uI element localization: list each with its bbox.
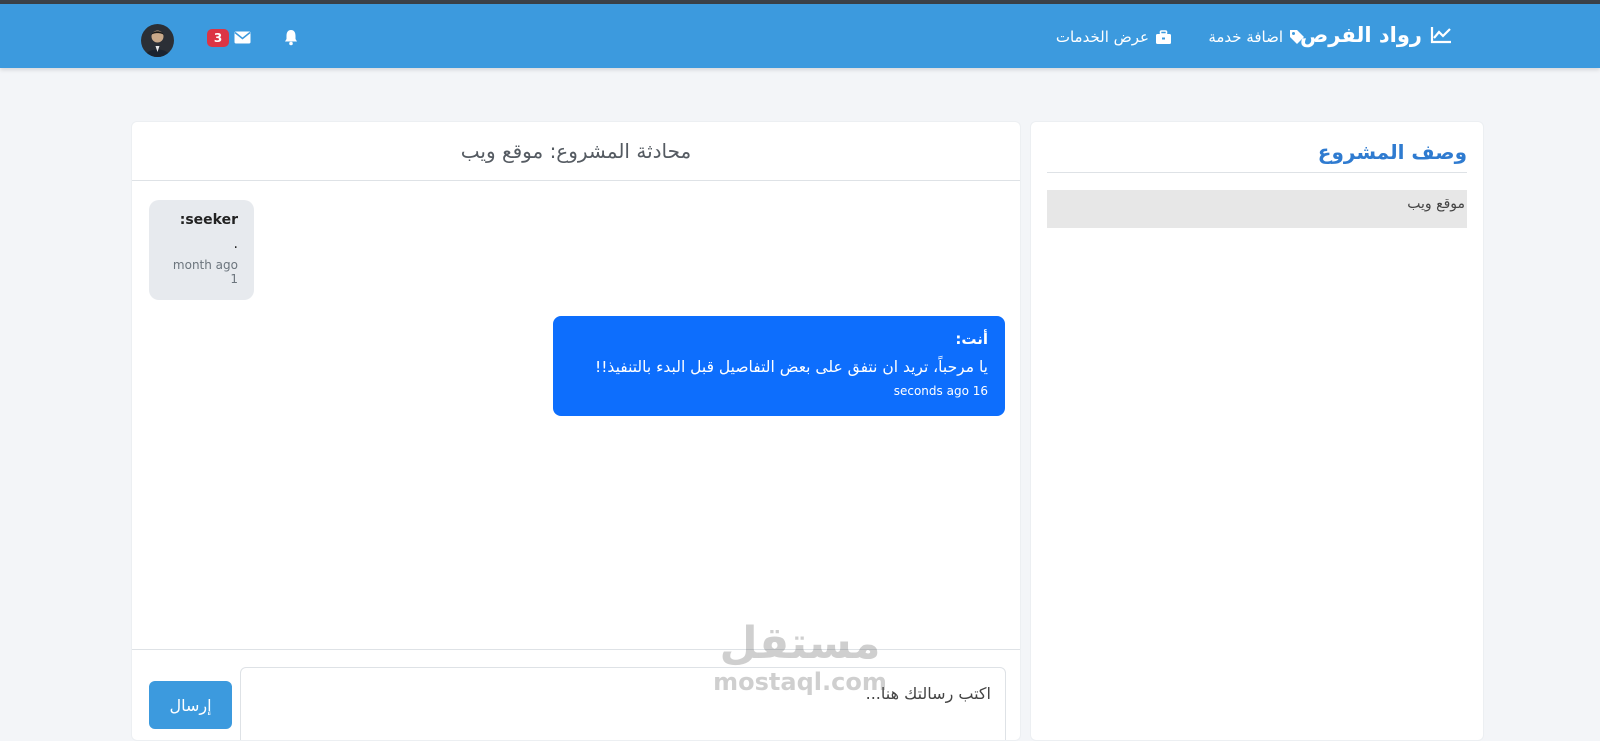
envelope-icon[interactable] [234, 29, 251, 48]
tag-icon [1289, 29, 1305, 45]
brand-text: رواد الفرص [1300, 23, 1422, 47]
navbar: رواد الفرص اضافة خدمة عرض الخدمات 3 [0, 4, 1600, 68]
nav-add-service[interactable]: اضافة خدمة [1208, 28, 1305, 46]
chat-title: محادثة المشروع: موقع ويب [460, 139, 692, 163]
description-title: وصف المشروع [1317, 140, 1467, 164]
send-button[interactable]: إرسال [149, 681, 232, 729]
message-text: . [233, 236, 238, 252]
message-author: :seeker [179, 212, 238, 228]
chat-panel: محادثة المشروع: موقع ويب :seeker . month… [131, 121, 1021, 741]
messages-count-badge[interactable]: 3 [207, 29, 229, 47]
message-timestamp: seconds ago 16 [893, 384, 988, 398]
briefcase-icon [1155, 29, 1172, 45]
message-text: يا مرحباً، تريد ان نتفق على بعض التفاصيل… [595, 358, 988, 376]
chart-line-icon [1430, 26, 1452, 44]
composer-divider [132, 649, 1020, 650]
user-avatar[interactable] [141, 24, 174, 57]
project-description-panel: وصف المشروع موقع ويب [1030, 121, 1484, 741]
message-input[interactable] [240, 667, 1006, 740]
description-text: موقع ويب [1047, 190, 1467, 228]
nav-view-services[interactable]: عرض الخدمات [1056, 28, 1172, 46]
message-author: أنت: [955, 330, 988, 348]
description-divider [1047, 172, 1467, 173]
chat-header: محادثة المشروع: موقع ويب [132, 122, 1020, 181]
brand-logo[interactable]: رواد الفرص [1300, 23, 1452, 47]
message-bubble-sent: أنت: يا مرحباً، تريد ان نتفق على بعض الت… [553, 316, 1005, 416]
bell-icon[interactable] [284, 29, 298, 50]
nav-view-services-label: عرض الخدمات [1055, 28, 1149, 46]
nav-add-service-label: اضافة خدمة [1208, 28, 1283, 46]
message-bubble-received: :seeker . month ago 1 [149, 200, 254, 300]
message-timestamp: month ago 1 [172, 258, 238, 286]
